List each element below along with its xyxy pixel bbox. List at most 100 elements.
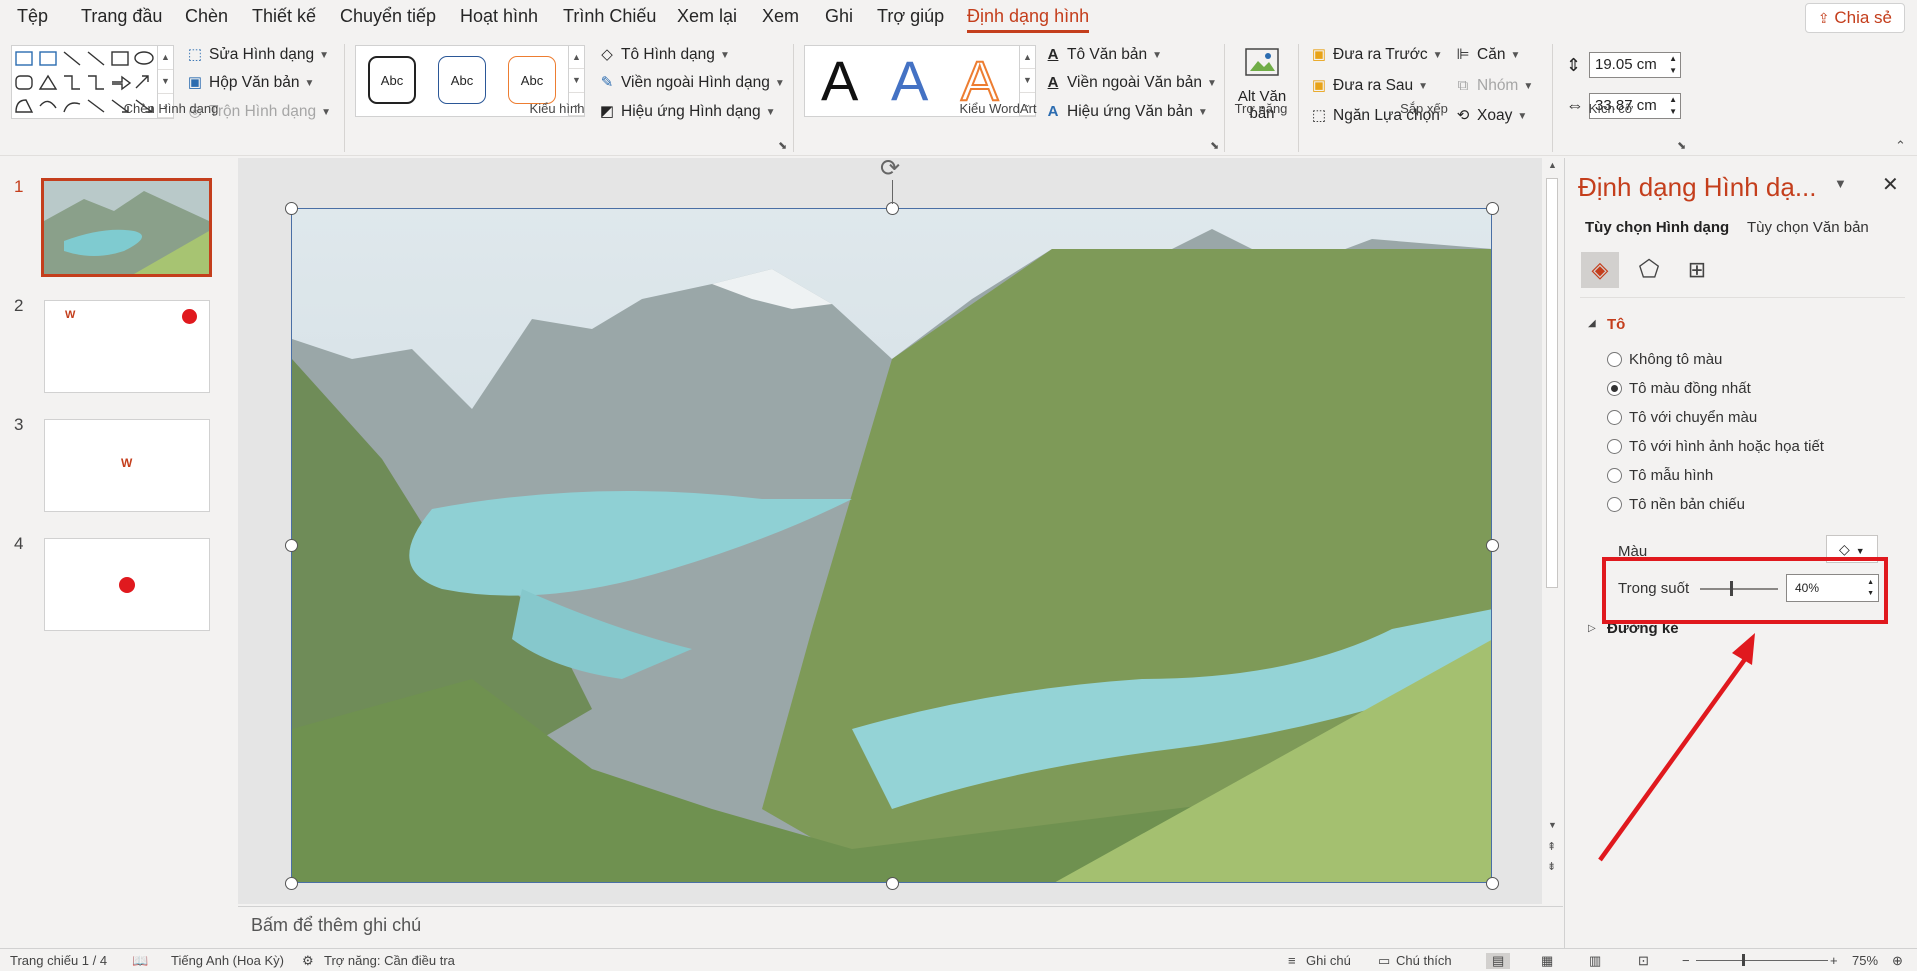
scrollbar-thumb[interactable] [1546, 178, 1558, 588]
shape-styles-group-label: Kiểu hình [529, 101, 585, 116]
collapse-caret-icon[interactable]: ◢ [1588, 318, 1596, 329]
collapse-ribbon-icon[interactable]: ⌃ [1895, 138, 1906, 154]
zoom-slider-thumb[interactable] [1742, 954, 1745, 966]
radio-no-fill[interactable] [1607, 352, 1622, 367]
share-label: Chia sẻ [1834, 8, 1892, 27]
ribbon-divider [1224, 44, 1225, 152]
resize-handle[interactable] [1486, 539, 1499, 552]
zoom-out-icon[interactable]: − [1682, 953, 1690, 968]
alt-text-icon [1245, 48, 1279, 76]
shape-style-sample[interactable]: Abc [438, 56, 486, 104]
tab-slideshow[interactable]: Trình Chiếu [563, 6, 656, 27]
tab-record[interactable]: Ghi [825, 6, 853, 27]
normal-view-icon[interactable]: ▤ [1486, 953, 1511, 969]
effects-pentagon-icon[interactable]: ⬠ [1630, 252, 1668, 288]
zoom-in-icon[interactable]: + [1830, 953, 1838, 968]
zoom-slider[interactable] [1696, 960, 1828, 961]
next-slide-icon[interactable]: ⇟ [1547, 860, 1556, 873]
slide-thumbnail[interactable]: W [44, 419, 210, 512]
radio-slide-background-fill[interactable] [1607, 497, 1622, 512]
fill-section-header[interactable]: Tô [1607, 316, 1625, 333]
group-button[interactable]: ⧉ Nhóm ▼ [1454, 77, 1534, 95]
shape-style-sample[interactable]: Abc [508, 56, 556, 104]
comments-button[interactable]: Chú thích [1396, 953, 1452, 968]
notes-button[interactable]: Ghi chú [1306, 953, 1351, 968]
slide-sorter-icon[interactable]: ▦ [1541, 953, 1553, 969]
wordart-sample[interactable]: A [891, 48, 928, 113]
resize-handle[interactable] [1486, 877, 1499, 890]
text-fill-button[interactable]: A Tô Văn bản ▼ [1044, 46, 1162, 64]
fill-line-icon[interactable]: ◈ [1581, 252, 1619, 288]
shape-style-sample[interactable]: Abc [368, 56, 416, 104]
language-status[interactable]: Tiếng Anh (Hoa Kỳ) [171, 953, 284, 968]
tab-view[interactable]: Xem [762, 6, 799, 27]
height-spinner[interactable]: ▲ ▼ [1669, 53, 1677, 77]
shape-outline-button[interactable]: ✎ Viền ngoài Hình dạng ▼ [598, 74, 785, 92]
dialog-launcher-icon[interactable]: ⬊ [778, 139, 787, 152]
shape-fill-button[interactable]: ◇ Tô Hình dạng ▼ [598, 46, 730, 64]
scroll-down-icon[interactable]: ▼ [1548, 820, 1557, 830]
send-backward-icon: ▣ [1311, 77, 1327, 94]
selected-picture-shape[interactable] [291, 208, 1492, 883]
notes-placeholder: Bấm để thêm ghi chú [251, 915, 422, 935]
slideshow-icon[interactable]: ⊡ [1638, 953, 1649, 969]
wordart-group-label: Kiểu WordArt [959, 101, 1037, 116]
wordart-sample[interactable]: A [821, 48, 858, 113]
send-backward-button[interactable]: ▣ Đưa ra Sau ▼ [1310, 77, 1428, 95]
radio-pattern-fill[interactable] [1607, 468, 1622, 483]
slide-thumbnail[interactable] [44, 538, 210, 631]
rotate-handle-icon[interactable]: ⟳ [880, 154, 900, 183]
zoom-level[interactable]: 75% [1852, 953, 1878, 968]
text-outline-button[interactable]: A Viền ngoài Văn bản ▼ [1044, 74, 1217, 92]
shape-effects-button[interactable]: ◩ Hiệu ứng Hình dạng ▼ [598, 103, 776, 121]
resize-handle[interactable] [285, 202, 298, 215]
share-button[interactable]: ⇪ Chia sẻ [1804, 3, 1905, 33]
width-spinner[interactable]: ▲ ▼ [1669, 94, 1677, 118]
text-effects-button[interactable]: A Hiệu ứng Văn bản ▼ [1044, 103, 1208, 121]
gradient-fill-label: Tô với chuyển màu [1629, 409, 1758, 426]
align-button[interactable]: ⊫ Căn ▼ [1454, 46, 1520, 64]
slide-thumbnail-image [44, 181, 209, 274]
spellcheck-icon[interactable]: 📖 [132, 953, 148, 969]
tab-shape-options[interactable]: Tùy chọn Hình dạng [1585, 219, 1729, 236]
accessibility-status[interactable]: Trợ năng: Cần điều tra [324, 953, 455, 968]
tab-home[interactable]: Trang đầu [81, 6, 162, 27]
tab-review[interactable]: Xem lại [677, 6, 737, 27]
scroll-up-icon[interactable]: ▲ [1548, 160, 1557, 170]
tab-insert[interactable]: Chèn [185, 6, 228, 27]
tab-text-options[interactable]: Tùy chọn Văn bản [1747, 219, 1869, 236]
tab-animations[interactable]: Hoạt hình [460, 6, 538, 27]
tab-file[interactable]: Tệp [17, 6, 48, 27]
radio-gradient-fill[interactable] [1607, 410, 1622, 425]
close-pane-icon[interactable]: ✕ [1882, 172, 1899, 197]
resize-handle[interactable] [886, 877, 899, 890]
slide-vertical-scrollbar[interactable]: ▲ ▼ ⇞ ⇟ [1543, 158, 1561, 904]
resize-handle[interactable] [285, 877, 298, 890]
radio-solid-fill[interactable] [1607, 381, 1622, 396]
tab-help[interactable]: Trợ giúp [877, 6, 944, 27]
tab-shape-format[interactable]: Định dạng hình [967, 6, 1090, 33]
edit-shape-button[interactable]: ⬚ Sửa Hình dạng ▼ [186, 46, 329, 64]
tab-design[interactable]: Thiết kế [252, 6, 316, 27]
radio-picture-fill[interactable] [1607, 439, 1622, 454]
shape-height-input[interactable]: 19.05 cm ▲ ▼ [1589, 52, 1681, 78]
slide-thumbnail[interactable]: W [44, 300, 210, 393]
picture-fill-label: Tô với hình ảnh hoặc họa tiết [1629, 438, 1824, 455]
dialog-launcher-icon[interactable]: ⬊ [1210, 139, 1219, 152]
notes-area[interactable]: Bấm để thêm ghi chú [238, 906, 1563, 948]
solid-fill-label: Tô màu đồng nhất [1629, 380, 1751, 397]
reading-view-icon[interactable]: ▥ [1589, 953, 1601, 969]
slide-thumbnail[interactable] [41, 178, 212, 277]
resize-handle[interactable] [1486, 202, 1499, 215]
fit-to-window-icon[interactable]: ⊕ [1892, 953, 1903, 969]
bring-forward-button[interactable]: ▣ Đưa ra Trước ▼ [1310, 46, 1443, 64]
tab-transitions[interactable]: Chuyển tiếp [340, 6, 436, 27]
rotate-button[interactable]: ⟲ Xoay ▼ [1454, 107, 1528, 125]
pane-options-icon[interactable]: ▼ [1834, 176, 1847, 191]
dialog-launcher-icon[interactable]: ⬊ [1677, 139, 1686, 152]
previous-slide-icon[interactable]: ⇞ [1547, 840, 1556, 853]
size-group-label: Kích cỡ [1588, 101, 1634, 116]
size-properties-icon[interactable]: ⊞ [1678, 252, 1716, 288]
resize-handle[interactable] [285, 539, 298, 552]
text-box-button[interactable]: ▣ Hộp Văn bản ▼ [186, 74, 315, 92]
